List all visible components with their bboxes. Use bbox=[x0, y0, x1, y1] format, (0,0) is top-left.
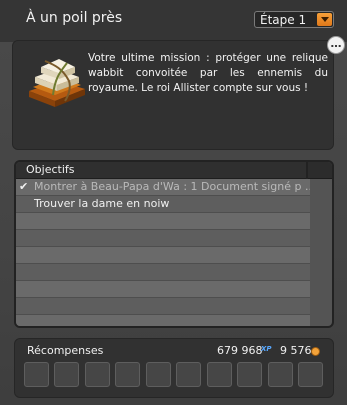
objective-row bbox=[16, 298, 310, 315]
kamas-coin-icon bbox=[311, 347, 320, 356]
reward-slot[interactable] bbox=[146, 362, 171, 387]
objective-label: Montrer à Beau-Papa d'Wa : 1 Document si… bbox=[34, 180, 310, 193]
step-dropdown[interactable]: Étape 1 bbox=[254, 11, 334, 28]
reward-slot[interactable] bbox=[176, 362, 201, 387]
objective-row bbox=[16, 230, 310, 247]
objectives-list: ✔ Montrer à Beau-Papa d'Wa : 1 Document … bbox=[16, 179, 310, 326]
xp-icon: XP bbox=[261, 345, 272, 353]
checkmark-icon: ✔ bbox=[19, 180, 29, 193]
rewards-panel: Récompenses 679 968 XP 9 576 bbox=[14, 338, 334, 398]
objectives-header-label: Objectifs bbox=[26, 163, 75, 176]
reward-slot[interactable] bbox=[237, 362, 262, 387]
relic-book-icon bbox=[29, 59, 85, 107]
objective-row[interactable]: Trouver la dame en noiw bbox=[16, 196, 310, 213]
chevron-down-icon[interactable] bbox=[317, 13, 332, 26]
reward-slot[interactable] bbox=[115, 362, 140, 387]
reward-slot[interactable] bbox=[268, 362, 293, 387]
reward-slot[interactable] bbox=[85, 362, 110, 387]
reward-slot[interactable] bbox=[207, 362, 232, 387]
rewards-label: Récompenses bbox=[27, 344, 104, 357]
objective-row[interactable]: ✔ Montrer à Beau-Papa d'Wa : 1 Document … bbox=[16, 179, 310, 196]
quest-window: À un poil près Étape 1 Votre ultime miss… bbox=[0, 0, 347, 405]
objective-row bbox=[16, 213, 310, 230]
objective-label: Trouver la dame en noiw bbox=[34, 197, 170, 210]
objectives-header: Objectifs bbox=[16, 162, 332, 179]
quest-intro-panel: Votre ultime mission : protéger une reli… bbox=[12, 40, 334, 150]
kamas-reward-value: 9 576 bbox=[280, 344, 312, 357]
reward-slot[interactable] bbox=[24, 362, 49, 387]
reward-slot[interactable] bbox=[298, 362, 323, 387]
objective-row bbox=[16, 315, 310, 326]
more-options-button[interactable]: … bbox=[327, 36, 345, 54]
quest-title: À un poil près bbox=[26, 10, 123, 26]
reward-slot[interactable] bbox=[54, 362, 79, 387]
objective-row bbox=[16, 247, 310, 264]
reward-slots bbox=[24, 362, 324, 388]
step-dropdown-value: Étape 1 bbox=[260, 13, 307, 27]
objectives-panel: Objectifs ✔ Montrer à Beau-Papa d'Wa : 1… bbox=[14, 160, 334, 328]
quest-description: Votre ultime mission : protéger une reli… bbox=[88, 52, 328, 94]
objective-row bbox=[16, 264, 310, 281]
window-header: À un poil près Étape 1 bbox=[0, 0, 347, 42]
xp-reward-value: 679 968 bbox=[217, 344, 263, 357]
objective-row bbox=[16, 281, 310, 298]
